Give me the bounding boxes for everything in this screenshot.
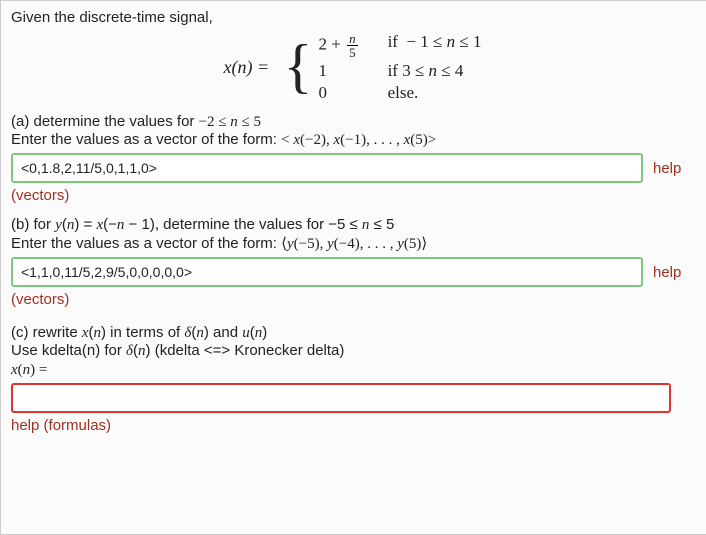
piecewise-lhs: x(n) = — [224, 57, 274, 78]
piecewise-cases: 2 + n5 if − 1 ≤ n ≤ 1 1 if 3 ≤ n ≤ 4 0 e… — [318, 32, 481, 103]
left-brace: { — [284, 41, 313, 91]
part-c-lhs: x(n) = — [11, 362, 694, 379]
question-panel: Given the discrete-time signal, x(n) = {… — [0, 0, 706, 535]
part-c-line1: (c) rewrite x(n) in terms of δ(n) and u(… — [11, 324, 694, 342]
part-b-prompt-prefix: Enter the values as a vector of the form… — [11, 235, 281, 252]
part-b: (b) for y(n) = x(−n − 1), determine the … — [11, 216, 694, 314]
case3-cond: else. — [388, 83, 482, 103]
case1-value: 2 + n5 — [318, 32, 359, 59]
part-a-prompt-math: < x(−2), x(−1), . . . , x(5)> — [281, 132, 436, 148]
part-b-input[interactable] — [11, 257, 643, 287]
part-a-prompt-prefix: Enter the values as a vector of the form… — [11, 131, 281, 148]
part-c-input[interactable] — [11, 383, 671, 413]
part-b-prompt-math: ⟨y(−5), y(−4), . . . , y(5)⟩ — [281, 236, 427, 252]
part-a-label: (a) determine the values for −2 ≤ n ≤ 5 — [11, 113, 694, 131]
part-a-prompt: Enter the values as a vector of the form… — [11, 131, 694, 149]
part-c-line2: Use kdelta(n) for δ(n) (kdelta <=> Krone… — [11, 342, 694, 360]
piecewise-definition: x(n) = { 2 + n5 if − 1 ≤ n ≤ 1 1 if 3 ≤ … — [11, 32, 694, 103]
part-b-label: (b) for y(n) = x(−n − 1), determine the … — [11, 216, 694, 234]
part-a: (a) determine the values for −2 ≤ n ≤ 5 … — [11, 113, 694, 210]
part-b-vectors-link[interactable]: (vectors) — [11, 291, 69, 308]
part-b-prompt: Enter the values as a vector of the form… — [11, 234, 694, 253]
case3-value: 0 — [318, 83, 359, 103]
case1-cond: if − 1 ≤ n ≤ 1 — [388, 32, 482, 59]
case2-value: 1 — [318, 61, 359, 81]
intro-text: Given the discrete-time signal, — [11, 9, 694, 26]
part-c: (c) rewrite x(n) in terms of δ(n) and u(… — [11, 324, 694, 440]
part-c-help-link[interactable]: help (formulas) — [11, 417, 111, 434]
part-a-vectors-link[interactable]: (vectors) — [11, 187, 69, 204]
part-a-help-link[interactable]: help — [653, 160, 681, 177]
part-b-help-link[interactable]: help — [653, 264, 681, 281]
case2-cond: if 3 ≤ n ≤ 4 — [388, 61, 482, 81]
part-a-input[interactable] — [11, 153, 643, 183]
